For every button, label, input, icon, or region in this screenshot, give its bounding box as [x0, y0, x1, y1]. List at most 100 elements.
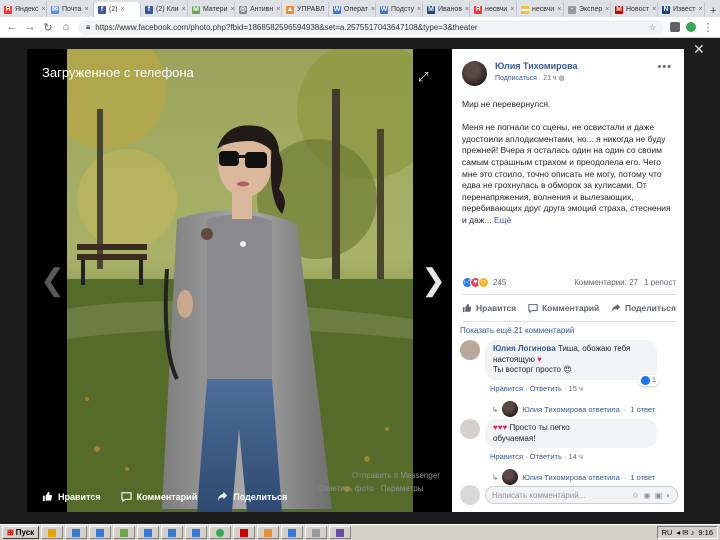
language-indicator[interactable]: RU — [662, 528, 673, 537]
sticker-icon[interactable]: ◐ — [666, 491, 671, 500]
gif-icon[interactable]: ▣ — [655, 491, 663, 500]
word-icon — [192, 528, 201, 537]
tab-close-icon[interactable]: × — [652, 6, 656, 13]
taskbar-app[interactable] — [65, 526, 88, 539]
commenter-avatar[interactable] — [460, 340, 480, 360]
tab-close-icon[interactable]: × — [557, 6, 561, 13]
taskbar-app[interactable] — [137, 526, 160, 539]
taskbar-app[interactable] — [305, 526, 328, 539]
post-options-icon[interactable]: ••• — [657, 61, 672, 73]
bookmark-star-icon[interactable]: ☆ — [649, 23, 656, 32]
taskbar-app[interactable] — [89, 526, 112, 539]
new-tab-button[interactable]: + — [705, 5, 720, 17]
subscribe-link[interactable]: Подписаться — [495, 75, 537, 82]
reactions-count[interactable]: 245 — [493, 278, 506, 287]
taskbar-app[interactable] — [41, 526, 64, 539]
photo-like-button[interactable]: Нравится — [42, 491, 101, 502]
comment-reply-link[interactable]: Ответить — [530, 384, 562, 393]
browser-tab[interactable]: ✉ Почта × — [47, 2, 94, 17]
browser-tab[interactable]: M Иванов × — [423, 2, 470, 17]
tab-close-icon[interactable]: × — [182, 6, 186, 13]
tab-label: Антивн — [250, 6, 274, 13]
emoji-icon[interactable]: ☺ — [631, 491, 639, 500]
comment-input[interactable]: Написать комментарий... ☺ ◉ ▣ ◐ — [485, 486, 678, 504]
taskbar-app[interactable] — [281, 526, 304, 539]
tag-photo-link[interactable]: Отметить фото — [317, 484, 374, 493]
view-replies-row[interactable]: ↳ Юлия Тихомирова ответила · 1 ответ — [492, 401, 655, 417]
browser-tab[interactable]: ▬ несвчи × — [517, 2, 564, 17]
taskbar-app[interactable] — [161, 526, 184, 539]
browser-menu-icon[interactable]: ⋮ — [702, 21, 714, 34]
tab-close-icon[interactable]: × — [510, 6, 514, 13]
back-icon[interactable]: ← — [6, 21, 18, 33]
taskbar-app[interactable] — [185, 526, 208, 539]
show-more-comments-link[interactable]: Показать ещё 21 комментарий — [460, 326, 574, 335]
send-messenger-link[interactable]: Отправить в Messenger — [352, 471, 440, 480]
comment-like-link[interactable]: Нравится — [490, 452, 523, 461]
share-button[interactable]: Поделиться — [611, 303, 676, 313]
tab-close-icon[interactable]: × — [698, 6, 702, 13]
clock[interactable]: 9:16 — [698, 528, 713, 537]
browser-tab[interactable]: ▲УПРАВЛ× — [282, 2, 329, 17]
taskbar-app[interactable] — [257, 526, 280, 539]
tab-close-icon[interactable]: × — [465, 6, 469, 13]
photo-share-button[interactable]: Поделиться — [217, 491, 287, 502]
browser-tab[interactable]: f (2) × — [94, 2, 141, 17]
tab-close-icon[interactable]: × — [605, 6, 609, 13]
profile-icon[interactable] — [686, 22, 696, 32]
browser-tab[interactable]: ◎ Антивн × — [235, 2, 282, 17]
commenter-avatar[interactable] — [460, 419, 480, 439]
browser-tab[interactable]: · Экспер × — [564, 2, 611, 17]
tab-close-icon[interactable]: × — [230, 6, 234, 13]
tab-close-icon[interactable]: × — [42, 6, 46, 13]
author-name[interactable]: Юлия Тихомирова — [495, 61, 578, 71]
browser-tab[interactable]: f (2) Кли × — [141, 2, 188, 17]
start-button[interactable]: ⊞ Пуск — [2, 526, 40, 539]
reload-icon[interactable]: ↻ — [42, 21, 54, 34]
browser-tab[interactable]: М Матери × — [188, 2, 235, 17]
reposts-count[interactable]: 1 репост — [644, 278, 676, 287]
comment-like-badge[interactable]: 1 — [638, 375, 659, 386]
taskbar-app[interactable] — [233, 526, 256, 539]
like-button[interactable]: Нравится — [462, 303, 516, 313]
browser-tab[interactable]: W Операт × — [329, 2, 376, 17]
camera-icon[interactable]: ◉ — [644, 491, 651, 500]
close-theater-icon[interactable]: ✕ — [693, 41, 705, 58]
comment-time[interactable]: 15 ч — [569, 384, 583, 393]
url-input[interactable]: 🔒︎ https://www.facebook.com/photo.php?fb… — [78, 19, 664, 35]
comment-like-link[interactable]: Нравится — [490, 384, 523, 393]
see-more-link[interactable]: Ещё — [494, 215, 511, 225]
extension-icon[interactable] — [670, 22, 680, 32]
post-time[interactable]: 21 ч — [543, 75, 556, 82]
next-photo-icon[interactable]: ❯ — [421, 266, 446, 296]
commenter-name[interactable]: Юлия Логинова — [493, 344, 556, 353]
tab-close-icon[interactable]: × — [84, 6, 88, 13]
taskbar-app[interactable] — [209, 526, 232, 539]
tab-close-icon[interactable]: × — [417, 6, 421, 13]
view-replies-row[interactable]: ↳ Юлия Тихомирова ответила · 1 ответ — [492, 469, 655, 485]
taskbar-app[interactable] — [329, 526, 352, 539]
comment-time[interactable]: 14 ч — [569, 452, 583, 461]
reactions-bar: 👍︎ ♥ ☺ 245 Комментарии: 27 1 репост — [462, 277, 676, 288]
browser-tab[interactable]: Я Яндекс × — [0, 2, 47, 17]
share-icon — [218, 491, 228, 502]
comment-reply-link[interactable]: Ответить — [530, 452, 562, 461]
comments-count[interactable]: Комментарии: 27 — [574, 278, 638, 287]
author-avatar[interactable] — [462, 61, 487, 86]
home-icon[interactable]: ⌂ — [60, 21, 72, 33]
photo-options-link[interactable]: Параметры — [381, 484, 424, 493]
browser-tab[interactable]: W Подсту × — [376, 2, 423, 17]
taskbar-app[interactable] — [113, 526, 136, 539]
tab-close-icon[interactable]: × — [121, 6, 125, 13]
tab-close-icon[interactable]: × — [371, 6, 375, 13]
comment-button[interactable]: Комментарий — [528, 303, 599, 313]
browser-tab[interactable]: N Извест × — [658, 2, 705, 17]
previous-photo-icon[interactable]: ❮ — [40, 266, 65, 296]
fullscreen-icon[interactable]: ⤢ — [418, 69, 428, 85]
forward-icon[interactable]: → — [24, 21, 36, 33]
tab-close-icon[interactable]: × — [276, 6, 280, 13]
photo-comment-button[interactable]: Комментарий — [120, 491, 197, 502]
browser-tab[interactable]: Янесвчи × — [470, 2, 517, 17]
browser-tab[interactable]: M Новост × — [611, 2, 658, 17]
photo[interactable] — [67, 49, 413, 512]
